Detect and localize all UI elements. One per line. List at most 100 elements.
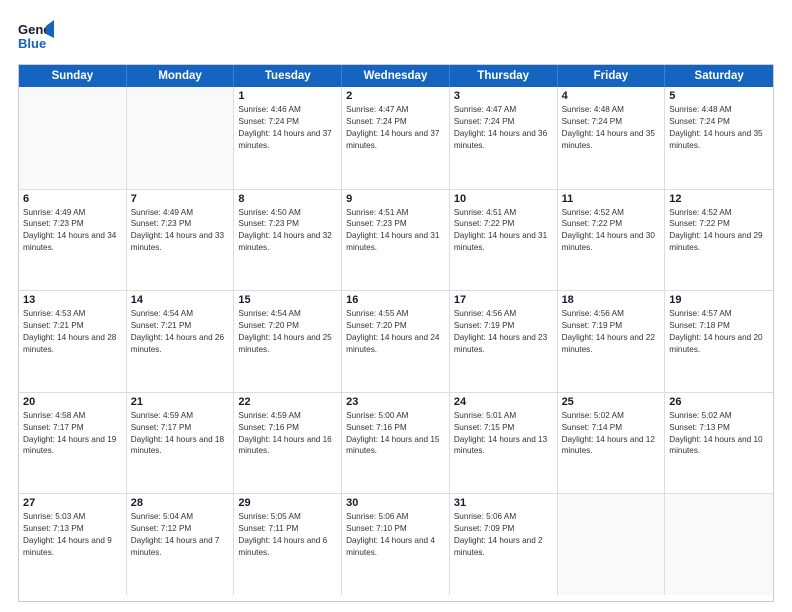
cell-info: Sunrise: 5:06 AMSunset: 7:10 PMDaylight:…	[346, 511, 445, 559]
cell-info: Sunrise: 4:49 AMSunset: 7:23 PMDaylight:…	[23, 207, 122, 255]
page: General Blue Sunday Monday Tuesday Wedne…	[0, 0, 792, 612]
cell-info: Sunrise: 4:48 AMSunset: 7:24 PMDaylight:…	[669, 104, 769, 152]
day-number: 9	[346, 193, 445, 205]
cell-info: Sunrise: 5:01 AMSunset: 7:15 PMDaylight:…	[454, 410, 553, 458]
day-number: 20	[23, 396, 122, 408]
calendar-cell: 26Sunrise: 5:02 AMSunset: 7:13 PMDayligh…	[665, 393, 773, 494]
day-number: 21	[131, 396, 230, 408]
cell-info: Sunrise: 4:48 AMSunset: 7:24 PMDaylight:…	[562, 104, 661, 152]
calendar-cell: 4 Sunrise: 4:48 AMSunset: 7:24 PMDaylight…	[558, 87, 666, 189]
cell-info: Sunrise: 5:03 AMSunset: 7:13 PMDaylight:…	[23, 511, 122, 559]
calendar-cell: 16 Sunrise: 4:55 AMSunset: 7:20 PMDayligh…	[342, 291, 450, 392]
header-monday: Monday	[127, 65, 235, 87]
calendar-cell	[19, 87, 127, 189]
calendar-cell	[558, 494, 666, 595]
day-number: 14	[131, 294, 230, 306]
calendar-cell: 31 Sunrise: 5:06 AMSunset: 7:09 PMDayligh…	[450, 494, 558, 595]
day-number: 30	[346, 497, 445, 509]
day-number: 11	[562, 193, 661, 205]
cell-info: Sunrise: 5:06 AMSunset: 7:09 PMDaylight:…	[454, 511, 553, 559]
day-number: 19	[669, 294, 769, 306]
cell-info: Sunrise: 4:53 AMSunset: 7:21 PMDaylight:…	[23, 308, 122, 356]
cell-info: Sunrise: 4:51 AMSunset: 7:23 PMDaylight:…	[346, 207, 445, 255]
calendar-week-3: 13 Sunrise: 4:53 AMSunset: 7:21 PMDayligh…	[19, 290, 773, 392]
calendar-week-1: 1 Sunrise: 4:46 AMSunset: 7:24 PMDaylight…	[19, 87, 773, 189]
header-saturday: Saturday	[665, 65, 773, 87]
day-number: 25	[562, 396, 661, 408]
cell-info: Sunrise: 5:00 AMSunset: 7:16 PMDaylight:…	[346, 410, 445, 458]
cell-info: Sunrise: 4:47 AMSunset: 7:24 PMDaylight:…	[454, 104, 553, 152]
day-number: 28	[131, 497, 230, 509]
day-number: 23	[346, 396, 445, 408]
day-number: 7	[131, 193, 230, 205]
calendar-cell: 1 Sunrise: 4:46 AMSunset: 7:24 PMDaylight…	[234, 87, 342, 189]
cell-info: Sunrise: 4:52 AMSunset: 7:22 PMDaylight:…	[669, 207, 769, 255]
day-number: 29	[238, 497, 337, 509]
cell-info: Sunrise: 4:58 AMSunset: 7:17 PMDaylight:…	[23, 410, 122, 458]
calendar-cell: 2Sunrise: 4:47 AMSunset: 7:24 PMDaylight…	[342, 87, 450, 189]
calendar-cell: 23 Sunrise: 5:00 AMSunset: 7:16 PMDayligh…	[342, 393, 450, 494]
calendar-cell: 30 Sunrise: 5:06 AMSunset: 7:10 PMDayligh…	[342, 494, 450, 595]
day-number: 4	[562, 90, 661, 102]
calendar-cell: 18Sunrise: 4:56 AMSunset: 7:19 PMDayligh…	[558, 291, 666, 392]
calendar-cell: 6 Sunrise: 4:49 AMSunset: 7:23 PMDaylight…	[19, 190, 127, 291]
calendar-cell: 5Sunrise: 4:48 AMSunset: 7:24 PMDaylight…	[665, 87, 773, 189]
day-number: 15	[238, 294, 337, 306]
header-wednesday: Wednesday	[342, 65, 450, 87]
calendar-cell: 24 Sunrise: 5:01 AMSunset: 7:15 PMDayligh…	[450, 393, 558, 494]
cell-info: Sunrise: 4:51 AMSunset: 7:22 PMDaylight:…	[454, 207, 553, 255]
cell-info: Sunrise: 4:49 AMSunset: 7:23 PMDaylight:…	[131, 207, 230, 255]
day-number: 24	[454, 396, 553, 408]
day-number: 31	[454, 497, 553, 509]
cell-info: Sunrise: 4:59 AMSunset: 7:17 PMDaylight:…	[131, 410, 230, 458]
cell-info: Sunrise: 5:02 AMSunset: 7:14 PMDaylight:…	[562, 410, 661, 458]
cell-info: Sunrise: 4:55 AMSunset: 7:20 PMDaylight:…	[346, 308, 445, 356]
logo: General Blue	[18, 18, 54, 54]
cell-info: Sunrise: 5:04 AMSunset: 7:12 PMDaylight:…	[131, 511, 230, 559]
cell-info: Sunrise: 4:47 AMSunset: 7:24 PMDaylight:…	[346, 104, 445, 152]
calendar-week-2: 6 Sunrise: 4:49 AMSunset: 7:23 PMDaylight…	[19, 189, 773, 291]
calendar-week-5: 27 Sunrise: 5:03 AMSunset: 7:13 PMDayligh…	[19, 493, 773, 595]
calendar-week-4: 20 Sunrise: 4:58 AMSunset: 7:17 PMDayligh…	[19, 392, 773, 494]
calendar-cell: 27 Sunrise: 5:03 AMSunset: 7:13 PMDayligh…	[19, 494, 127, 595]
calendar-cell: 21 Sunrise: 4:59 AMSunset: 7:17 PMDayligh…	[127, 393, 235, 494]
day-number: 16	[346, 294, 445, 306]
calendar: Sunday Monday Tuesday Wednesday Thursday…	[18, 64, 774, 602]
cell-info: Sunrise: 4:54 AMSunset: 7:20 PMDaylight:…	[238, 308, 337, 356]
day-number: 1	[238, 90, 337, 102]
cell-info: Sunrise: 4:59 AMSunset: 7:16 PMDaylight:…	[238, 410, 337, 458]
day-number: 17	[454, 294, 553, 306]
calendar-header: Sunday Monday Tuesday Wednesday Thursday…	[19, 65, 773, 87]
day-number: 22	[238, 396, 337, 408]
cell-info: Sunrise: 5:05 AMSunset: 7:11 PMDaylight:…	[238, 511, 337, 559]
calendar-cell: 11 Sunrise: 4:52 AMSunset: 7:22 PMDayligh…	[558, 190, 666, 291]
day-number: 26	[669, 396, 769, 408]
calendar-cell: 28 Sunrise: 5:04 AMSunset: 7:12 PMDayligh…	[127, 494, 235, 595]
cell-info: Sunrise: 4:54 AMSunset: 7:21 PMDaylight:…	[131, 308, 230, 356]
calendar-cell: 19 Sunrise: 4:57 AMSunset: 7:18 PMDayligh…	[665, 291, 773, 392]
cell-info: Sunrise: 4:57 AMSunset: 7:18 PMDaylight:…	[669, 308, 769, 356]
calendar-cell: 17 Sunrise: 4:56 AMSunset: 7:19 PMDayligh…	[450, 291, 558, 392]
cell-info: Sunrise: 4:56 AMSunset: 7:19 PMDaylight:…	[562, 308, 661, 356]
header-thursday: Thursday	[450, 65, 558, 87]
calendar-cell: 25 Sunrise: 5:02 AMSunset: 7:14 PMDayligh…	[558, 393, 666, 494]
svg-text:Blue: Blue	[18, 36, 46, 51]
calendar-cell: 20 Sunrise: 4:58 AMSunset: 7:17 PMDayligh…	[19, 393, 127, 494]
calendar-cell: 9 Sunrise: 4:51 AMSunset: 7:23 PMDaylight…	[342, 190, 450, 291]
day-number: 6	[23, 193, 122, 205]
calendar-cell: 3 Sunrise: 4:47 AMSunset: 7:24 PMDaylight…	[450, 87, 558, 189]
day-number: 10	[454, 193, 553, 205]
cell-info: Sunrise: 4:56 AMSunset: 7:19 PMDaylight:…	[454, 308, 553, 356]
calendar-cell: 10 Sunrise: 4:51 AMSunset: 7:22 PMDayligh…	[450, 190, 558, 291]
cell-info: Sunrise: 4:52 AMSunset: 7:22 PMDaylight:…	[562, 207, 661, 255]
calendar-cell	[127, 87, 235, 189]
day-number: 3	[454, 90, 553, 102]
day-number: 12	[669, 193, 769, 205]
calendar-cell: 22 Sunrise: 4:59 AMSunset: 7:16 PMDayligh…	[234, 393, 342, 494]
calendar-cell: 15 Sunrise: 4:54 AMSunset: 7:20 PMDayligh…	[234, 291, 342, 392]
day-number: 27	[23, 497, 122, 509]
day-number: 13	[23, 294, 122, 306]
header-friday: Friday	[558, 65, 666, 87]
header-tuesday: Tuesday	[234, 65, 342, 87]
cell-info: Sunrise: 4:46 AMSunset: 7:24 PMDaylight:…	[238, 104, 337, 152]
